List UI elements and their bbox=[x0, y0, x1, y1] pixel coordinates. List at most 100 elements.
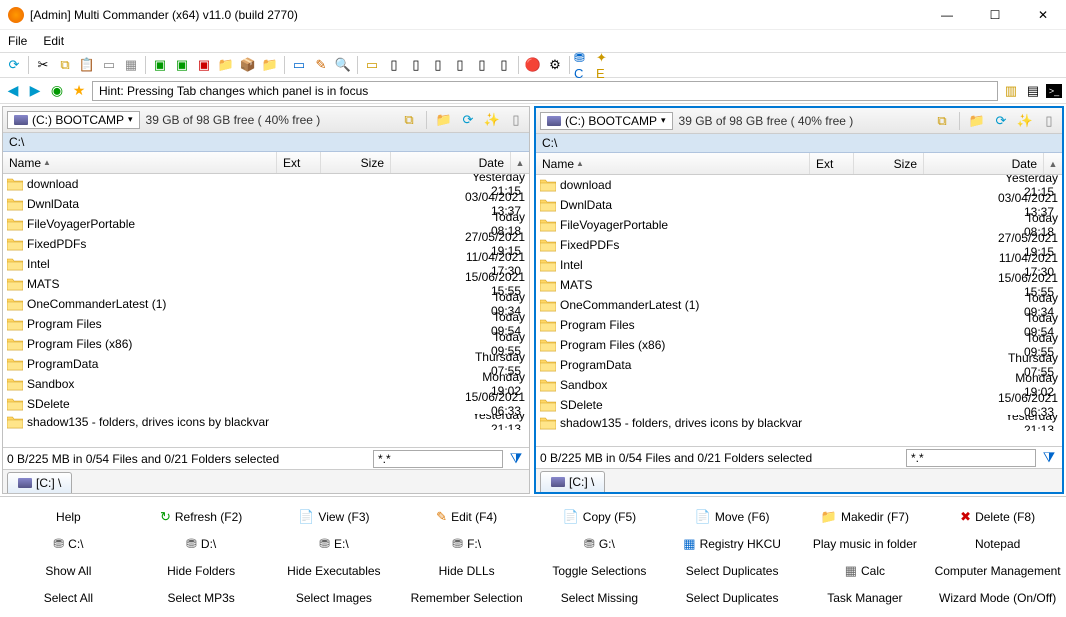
action-button[interactable]: Play music in folder bbox=[799, 530, 932, 557]
list-item[interactable]: FileVoyagerPortable Today 08:18 bbox=[3, 214, 529, 234]
drive-selector[interactable]: (C:) BOOTCAMP ▾ bbox=[540, 112, 673, 130]
doc-add-icon[interactable]: ▣ bbox=[150, 55, 170, 75]
list-item[interactable]: MATS 15/06/2021 15:55 bbox=[3, 274, 529, 294]
action-button[interactable]: Help bbox=[2, 503, 135, 530]
search-icon[interactable]: 🔍 bbox=[333, 55, 353, 75]
action-button[interactable]: Task Manager bbox=[799, 584, 932, 611]
funnel-icon[interactable]: ⧩ bbox=[1040, 449, 1058, 467]
list-item[interactable]: Program Files (x86) Today 09:55 bbox=[536, 335, 1062, 355]
action-button[interactable]: ▦Registry HKCU bbox=[666, 530, 799, 557]
action-button[interactable]: ▦Calc bbox=[799, 557, 932, 584]
list-item[interactable]: Sandbox Monday 19:02 bbox=[536, 375, 1062, 395]
edit-icon[interactable]: ✎ bbox=[311, 55, 331, 75]
list-item[interactable]: Intel 11/04/2021 17:30 bbox=[536, 255, 1062, 275]
p2-icon[interactable]: ▯ bbox=[406, 55, 426, 75]
list-item[interactable]: Program Files (x86) Today 09:55 bbox=[3, 334, 529, 354]
action-button[interactable]: 📄View (F3) bbox=[268, 503, 401, 530]
p1-icon[interactable]: ▯ bbox=[384, 55, 404, 75]
cut-icon[interactable]: ✂ bbox=[33, 55, 53, 75]
tree-icon[interactable]: ⧉ bbox=[933, 112, 951, 130]
reload-icon[interactable]: ⟳ bbox=[459, 111, 477, 129]
action-button[interactable]: Notepad bbox=[931, 530, 1064, 557]
funnel-icon[interactable]: ⧩ bbox=[507, 450, 525, 468]
list-item[interactable]: MATS 15/06/2021 15:55 bbox=[536, 275, 1062, 295]
col-date[interactable]: Date bbox=[924, 153, 1044, 174]
action-button[interactable]: Select Images bbox=[268, 584, 401, 611]
list-item[interactable]: Program Files Today 09:54 bbox=[536, 315, 1062, 335]
action-button[interactable]: ✖Delete (F8) bbox=[931, 503, 1064, 530]
list-item[interactable]: ProgramData Thursday 07:55 bbox=[536, 355, 1062, 375]
list-item[interactable]: SDelete 15/06/2021 06:33 bbox=[3, 394, 529, 414]
action-button[interactable]: Computer Management bbox=[931, 557, 1064, 584]
filter-input[interactable] bbox=[373, 450, 503, 468]
action-button[interactable]: Wizard Mode (On/Off) bbox=[931, 584, 1064, 611]
action-button[interactable]: Hide Folders bbox=[135, 557, 268, 584]
panel-tab[interactable]: [C:] \ bbox=[7, 472, 72, 493]
doc-next-icon[interactable]: ▣ bbox=[172, 55, 192, 75]
p4-icon[interactable]: ▯ bbox=[450, 55, 470, 75]
col-ext[interactable]: Ext bbox=[810, 153, 854, 174]
action-button[interactable]: ⛃G:\ bbox=[533, 530, 666, 557]
star-icon[interactable]: ★ bbox=[70, 82, 88, 100]
action-button[interactable]: Toggle Selections bbox=[533, 557, 666, 584]
reload-icon[interactable]: ⟳ bbox=[992, 112, 1010, 130]
panel-tab[interactable]: [C:] \ bbox=[540, 471, 605, 492]
wand-icon[interactable]: ✨ bbox=[483, 111, 501, 129]
list-item[interactable]: SDelete 15/06/2021 06:33 bbox=[536, 395, 1062, 415]
list-item[interactable]: shadow135 - folders, drives icons by bla… bbox=[3, 414, 529, 430]
action-button[interactable]: Select Duplicates bbox=[666, 584, 799, 611]
up-icon[interactable]: 📁 bbox=[435, 111, 453, 129]
list-item[interactable]: ProgramData Thursday 07:55 bbox=[3, 354, 529, 374]
path-bar[interactable]: C:\ bbox=[3, 133, 529, 152]
list-item[interactable]: FixedPDFs 27/05/2021 19:15 bbox=[3, 234, 529, 254]
action-button[interactable]: ⛃E:\ bbox=[268, 530, 401, 557]
scroll-up-icon[interactable]: ▲ bbox=[1044, 153, 1062, 174]
p6-icon[interactable]: ▯ bbox=[494, 55, 514, 75]
wand-icon[interactable]: ✨ bbox=[1016, 112, 1034, 130]
action-button[interactable]: 📄Move (F6) bbox=[666, 503, 799, 530]
path-bar[interactable]: C:\ bbox=[536, 134, 1062, 153]
col-name[interactable]: Name▲ bbox=[536, 153, 810, 174]
kb-icon[interactable]: ▭ bbox=[362, 55, 382, 75]
p3-icon[interactable]: ▯ bbox=[428, 55, 448, 75]
up-icon[interactable]: 📁 bbox=[968, 112, 986, 130]
col-date[interactable]: Date bbox=[391, 152, 511, 173]
action-button[interactable]: 📄Copy (F5) bbox=[533, 503, 666, 530]
refresh-icon[interactable]: ⟳ bbox=[4, 55, 24, 75]
expand-icon[interactable]: ▦ bbox=[121, 55, 141, 75]
forward-icon[interactable]: ▶ bbox=[26, 82, 44, 100]
terminal-icon[interactable]: >_ bbox=[1046, 84, 1062, 98]
action-button[interactable]: Hide DLLs bbox=[400, 557, 533, 584]
list-item[interactable]: FixedPDFs 27/05/2021 19:15 bbox=[536, 235, 1062, 255]
drive-selector[interactable]: (C:) BOOTCAMP ▾ bbox=[7, 111, 140, 129]
tree-icon[interactable]: ⧉ bbox=[400, 111, 418, 129]
col-size[interactable]: Size bbox=[321, 152, 391, 173]
minimize-button[interactable]: — bbox=[932, 8, 962, 22]
e-drive-icon[interactable]: ✦ E bbox=[596, 55, 616, 75]
back-icon[interactable]: ◀ bbox=[4, 82, 22, 100]
list-item[interactable]: DwnlData 03/04/2021 13:37 bbox=[3, 194, 529, 214]
col-size[interactable]: Size bbox=[854, 153, 924, 174]
folder-icon[interactable]: 📁 bbox=[216, 55, 236, 75]
lock-icon[interactable]: ▯ bbox=[1040, 112, 1058, 130]
list-item[interactable]: download Yesterday 21:15 bbox=[3, 174, 529, 194]
menu-edit[interactable]: Edit bbox=[43, 34, 64, 48]
notes-icon[interactable]: ▥ bbox=[1002, 82, 1020, 100]
action-button[interactable]: Remember Selection bbox=[400, 584, 533, 611]
action-button[interactable]: ✎Edit (F4) bbox=[400, 503, 533, 530]
action-button[interactable]: Hide Executables bbox=[268, 557, 401, 584]
folder2-icon[interactable]: 📁 bbox=[260, 55, 280, 75]
list-item[interactable]: shadow135 - folders, drives icons by bla… bbox=[536, 415, 1062, 431]
list-item[interactable]: download Yesterday 21:15 bbox=[536, 175, 1062, 195]
list-item[interactable]: OneCommanderLatest (1) Today 09:34 bbox=[3, 294, 529, 314]
p5-icon[interactable]: ▯ bbox=[472, 55, 492, 75]
select-icon[interactable]: ▭ bbox=[99, 55, 119, 75]
c-drive-icon[interactable]: ⛃ C bbox=[574, 55, 594, 75]
close-button[interactable]: ✕ bbox=[1028, 8, 1058, 22]
scroll-up-icon[interactable]: ▲ bbox=[511, 152, 529, 173]
action-button[interactable]: Select Missing bbox=[533, 584, 666, 611]
action-button[interactable]: ⛃D:\ bbox=[135, 530, 268, 557]
color-icon[interactable]: 🔴 bbox=[523, 55, 543, 75]
box-icon[interactable]: 📦 bbox=[238, 55, 258, 75]
paste-icon[interactable]: 📋 bbox=[77, 55, 97, 75]
